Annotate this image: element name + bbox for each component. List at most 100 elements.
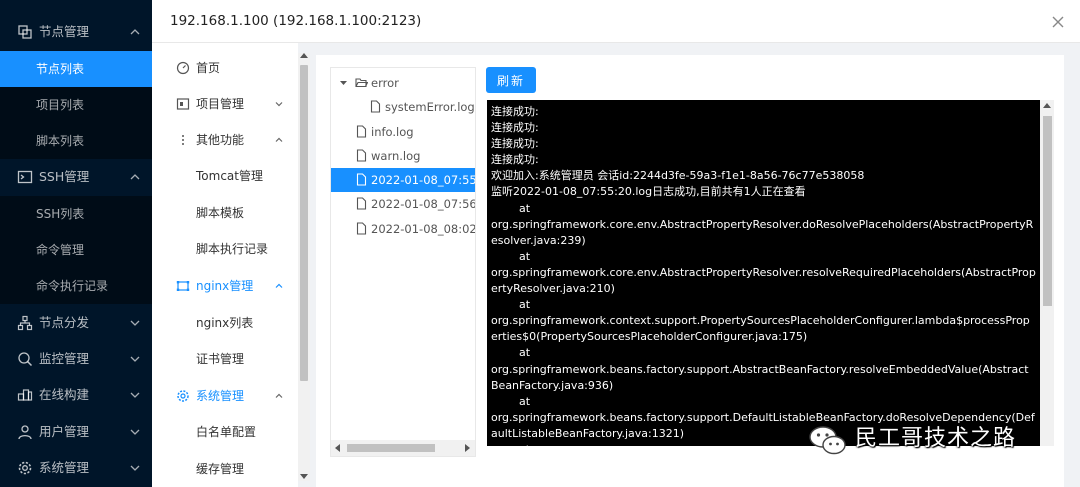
menu-item-nginx[interactable]: nginx管理 (152, 268, 298, 304)
sidebar-item-command-log[interactable]: 命令执行记录 (0, 268, 152, 304)
tree-file-node[interactable]: systemError.log (331, 95, 475, 119)
project-icon (176, 98, 190, 110)
menu-item-system-management[interactable]: 系统管理 (152, 378, 298, 414)
close-icon[interactable] (1050, 14, 1066, 30)
file-icon (356, 149, 367, 162)
menu-item-whitelist[interactable]: 白名单配置 (152, 414, 298, 450)
menu-item-script-log[interactable]: 脚本执行记录 (152, 231, 298, 267)
scrollbar-thumb[interactable] (347, 444, 435, 452)
node-detail-modal: 192.168.1.100 (192.168.1.100:2123) 首页 项目… (152, 0, 1080, 487)
file-icon (370, 100, 381, 113)
console-line: 连接成功: (491, 121, 539, 135)
sidebar-group-system[interactable]: 系统管理 (0, 450, 152, 486)
menu-item-label: 首页 (196, 61, 221, 75)
sidebar-group-user[interactable]: 用户管理 (0, 414, 152, 450)
tree-file-node[interactable]: 2022-01-08_07:56:27.log (331, 192, 475, 216)
chevron-up-icon (275, 283, 283, 288)
tree-file-node-selected[interactable]: 2022-01-08_07:55:20.log (331, 168, 475, 192)
menu-item-nginx-list[interactable]: nginx列表 (152, 305, 298, 341)
menu-scrollbar[interactable] (298, 53, 310, 481)
menu-item-project-management[interactable]: 项目管理 (152, 86, 298, 122)
sidebar-group-monitor[interactable]: 监控管理 (0, 341, 152, 377)
file-icon (356, 222, 367, 235)
scroll-up-arrow-icon[interactable] (1043, 103, 1051, 108)
gear-icon (18, 461, 32, 475)
refresh-button[interactable]: 刷新 (486, 67, 536, 93)
dashboard-icon (176, 61, 190, 75)
tree-file-node[interactable]: 2022-01-08_08:02:41.log (331, 217, 475, 241)
chevron-up-icon (275, 393, 283, 398)
app-root: 节点管理 节点列表 项目列表 脚本列表 SSH管理 SSH列表 命令管理 命令执… (0, 0, 1080, 487)
sidebar-item-script-list[interactable]: 脚本列表 (0, 123, 152, 159)
user-icon (18, 425, 32, 440)
main-sidebar: 节点管理 节点列表 项目列表 脚本列表 SSH管理 SSH列表 命令管理 命令执… (0, 0, 152, 487)
menu-item-label: 其他功能 (196, 133, 245, 147)
file-icon (356, 125, 367, 138)
modal-body: 首页 项目管理 其他功能 Tomcat管理 脚本模板 脚本执行记录 nginx管… (152, 43, 1080, 487)
console-line: 监听2022-01-08_07:55:20.log日志成功,目前共有1人正在查看 (491, 185, 806, 199)
scroll-right-arrow-icon[interactable] (465, 444, 470, 452)
scroll-left-arrow-icon[interactable] (335, 444, 340, 452)
distribution-icon (17, 315, 33, 331)
scrollbar-thumb[interactable] (1043, 116, 1052, 306)
console-line: at (491, 249, 531, 263)
file-icon (356, 197, 367, 210)
sidebar-group-ssh[interactable]: SSH管理 (0, 159, 152, 195)
sidebar-group-distribution[interactable]: 节点分发 (0, 305, 152, 341)
menu-item-home[interactable]: 首页 (152, 50, 298, 86)
chevron-down-icon (130, 356, 140, 362)
menu-item-label: 缓存管理 (196, 462, 245, 476)
more-vertical-icon (182, 135, 184, 145)
menu-item-cache[interactable]: 缓存管理 (152, 451, 298, 487)
sidebar-item-project-list[interactable]: 项目列表 (0, 87, 152, 123)
log-console[interactable]: 连接成功: 连接成功: 连接成功: 连接成功: 欢迎加入:系统管理员 会话id:2244… (487, 100, 1054, 446)
chevron-down-icon (130, 429, 140, 435)
console-line: 连接成功: (491, 153, 539, 167)
sidebar-item-label: 项目列表 (36, 98, 85, 112)
tree-node-label: 2022-01-08_07:55:20.log (371, 173, 475, 187)
console-line: org.springframework.beans.factory.suppor… (491, 362, 1029, 392)
tree-node-label: 2022-01-08_07:56:27.log (371, 197, 475, 211)
sidebar-item-command-management[interactable]: 命令管理 (0, 232, 152, 268)
sidebar-item-ssh-list[interactable]: SSH列表 (0, 196, 152, 232)
tree-file-node[interactable]: info.log (331, 120, 475, 144)
sidebar-group-label: 节点分发 (39, 315, 90, 330)
sidebar-group-label: 在线构建 (39, 387, 90, 402)
menu-item-other-functions[interactable]: 其他功能 (152, 122, 298, 158)
scrollbar-thumb[interactable] (300, 65, 308, 381)
tree-file-node[interactable]: warn.log (331, 144, 475, 168)
menu-item-label: nginx管理 (196, 279, 254, 293)
menu-item-label: 脚本执行记录 (196, 242, 269, 256)
sidebar-group-build[interactable]: 在线构建 (0, 377, 152, 413)
node-function-menu: 首页 项目管理 其他功能 Tomcat管理 脚本模板 脚本执行记录 nginx管… (152, 43, 298, 487)
wechat-icon (809, 426, 846, 455)
menu-item-label: 系统管理 (196, 389, 245, 403)
sidebar-group-node-management[interactable]: 节点管理 (0, 14, 152, 50)
tree-folder-error[interactable]: error (331, 71, 475, 95)
sidebar-item-label: 脚本列表 (36, 134, 85, 148)
sidebar-group-label: 节点管理 (39, 24, 90, 39)
sidebar-item-node-list[interactable]: 节点列表 (0, 51, 152, 87)
console-line: at (491, 201, 531, 215)
tree-node-label: 2022-01-08_08:02:41.log (371, 222, 475, 236)
menu-item-tomcat[interactable]: Tomcat管理 (152, 158, 298, 194)
scroll-down-arrow-icon[interactable] (300, 474, 308, 479)
chevron-down-icon (130, 320, 140, 326)
sidebar-item-label: 节点列表 (36, 62, 85, 76)
console-line: org.springframework.context.support.Prop… (491, 314, 1030, 344)
menu-item-script-template[interactable]: 脚本模板 (152, 195, 298, 231)
modal-title: 192.168.1.100 (192.168.1.100:2123) (170, 13, 422, 29)
tree-horizontal-scrollbar[interactable] (331, 440, 475, 456)
sidebar-group-label: 系统管理 (39, 460, 90, 475)
folder-open-icon (355, 78, 368, 88)
menu-item-certificate[interactable]: 证书管理 (152, 341, 298, 377)
console-line: at (491, 346, 531, 360)
console-line: 连接成功: (491, 137, 539, 151)
console-scrollbar[interactable] (1040, 100, 1054, 446)
chevron-down-icon (130, 465, 140, 471)
tree-node-label: warn.log (371, 149, 421, 163)
build-icon (17, 389, 33, 401)
chevron-up-icon (130, 174, 140, 180)
sidebar-group-label: 监控管理 (39, 351, 90, 366)
scroll-up-arrow-icon[interactable] (300, 53, 308, 58)
